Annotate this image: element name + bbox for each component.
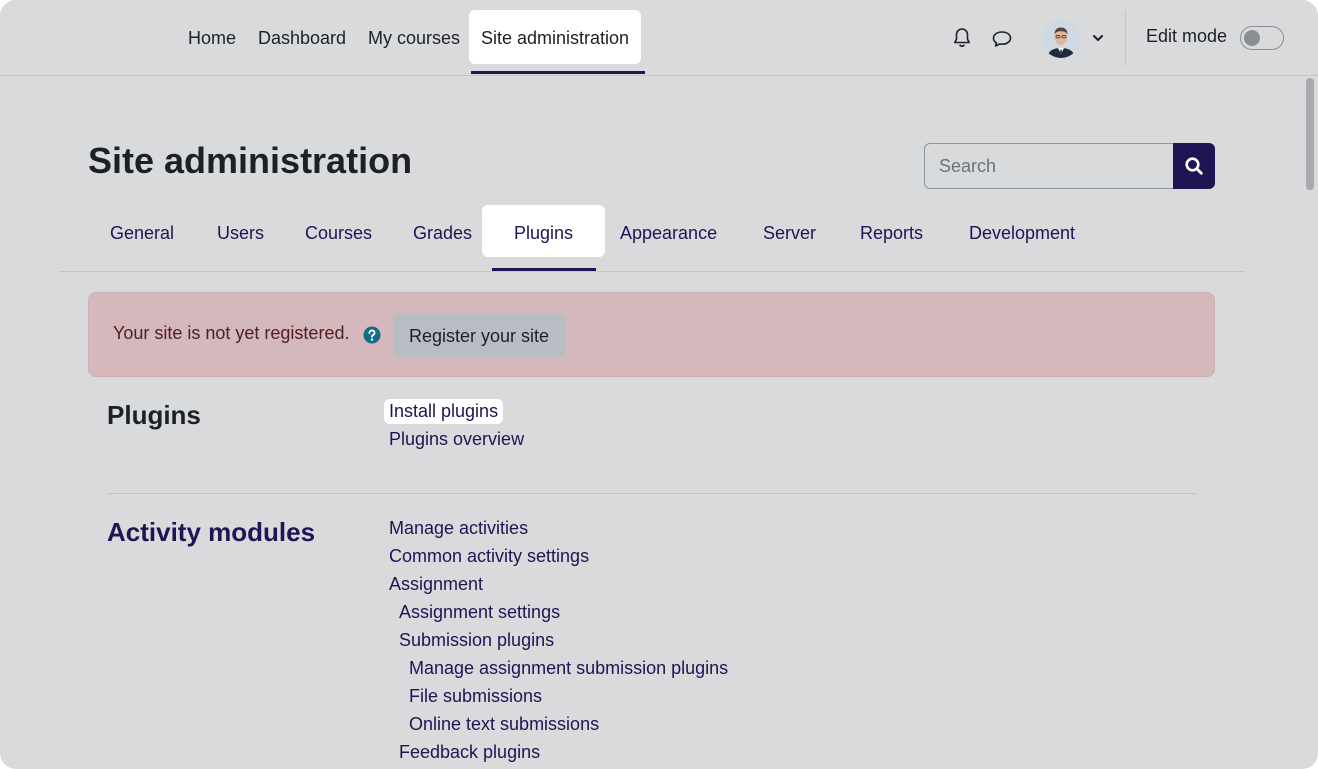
search-button[interactable] [1173, 143, 1215, 189]
edit-mode-label: Edit mode [1146, 26, 1228, 46]
scrollbar-thumb[interactable] [1306, 78, 1314, 190]
link-file-submissions[interactable]: File submissions [409, 686, 542, 707]
alert-text: Your site is not yet registered. [113, 323, 350, 343]
section-title-plugins: Plugins [107, 400, 201, 430]
section-title-activity-modules[interactable]: Activity modules [107, 517, 315, 548]
nav-active-indicator [471, 71, 645, 74]
register-site-button[interactable]: Register your site [393, 313, 566, 357]
top-navbar: Home Dashboard My courses Site administr… [0, 0, 1318, 76]
link-manage-assignment-submission-plugins[interactable]: Manage assignment submission plugins [409, 658, 728, 679]
tab-courses[interactable]: Courses [283, 205, 394, 257]
help-icon[interactable] [363, 326, 381, 344]
avatar[interactable] [1042, 20, 1080, 58]
tab-grades[interactable]: Grades [391, 205, 494, 257]
link-plugins-overview[interactable]: Plugins overview [389, 429, 524, 450]
search-input[interactable] [924, 143, 1174, 189]
chevron-down-icon[interactable] [1091, 31, 1105, 45]
tab-appearance[interactable]: Appearance [598, 205, 739, 257]
page-title: Site administration [88, 140, 413, 181]
link-submission-plugins[interactable]: Submission plugins [399, 630, 554, 651]
nav-site-administration[interactable]: Site administration [469, 10, 642, 64]
nav-my-courses[interactable]: My courses [358, 10, 470, 64]
toggle-knob [1244, 30, 1260, 46]
bell-icon[interactable] [950, 26, 974, 50]
registration-alert: Your site is not yet registered. Registe… [88, 292, 1215, 377]
chat-icon[interactable] [990, 27, 1014, 51]
section-divider [107, 493, 1197, 494]
link-online-text-submissions[interactable]: Online text submissions [409, 714, 599, 735]
tab-server[interactable]: Server [741, 205, 838, 257]
tabs-divider [59, 271, 1244, 272]
moodle-page: Home Dashboard My courses Site administr… [0, 0, 1318, 769]
tab-development[interactable]: Development [947, 205, 1097, 257]
nav-home[interactable]: Home [178, 10, 246, 64]
nav-dashboard[interactable]: Dashboard [248, 10, 356, 64]
link-common-activity-settings[interactable]: Common activity settings [389, 546, 589, 567]
tab-plugins[interactable]: Plugins [482, 205, 606, 257]
user-photo-icon [1042, 20, 1080, 58]
link-assignment[interactable]: Assignment [389, 574, 483, 595]
nav-divider [1125, 10, 1126, 66]
search-icon [1185, 157, 1203, 175]
edit-mode-toggle[interactable] [1240, 26, 1284, 50]
link-feedback-plugins[interactable]: Feedback plugins [399, 742, 540, 763]
link-assignment-settings[interactable]: Assignment settings [399, 602, 560, 623]
tab-users[interactable]: Users [195, 205, 286, 257]
link-manage-activities[interactable]: Manage activities [389, 518, 528, 539]
tab-general[interactable]: General [88, 205, 196, 257]
link-install-plugins[interactable]: Install plugins [384, 399, 504, 424]
tab-reports[interactable]: Reports [838, 205, 945, 257]
